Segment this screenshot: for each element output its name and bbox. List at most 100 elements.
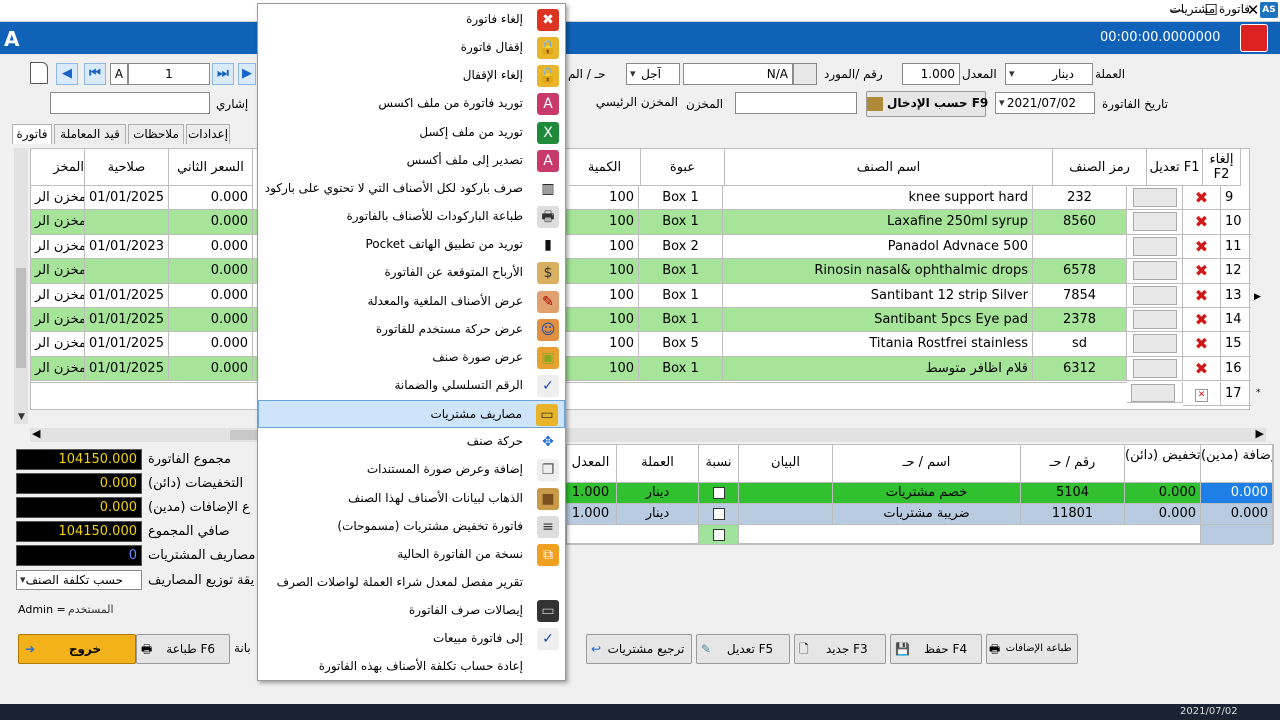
- row-cancel-cell[interactable]: ✖: [1183, 234, 1221, 260]
- item-name-cell[interactable]: Laxafine 250ml syrup: [723, 210, 1033, 235]
- item-code-cell[interactable]: 232: [1033, 186, 1127, 211]
- row-cancel-cell[interactable]: ✖: [1183, 210, 1221, 235]
- rate-cell[interactable]: 1.000: [565, 504, 617, 525]
- item-code-cell[interactable]: 6312: [1033, 356, 1127, 382]
- item-code-cell[interactable]: 8560: [1033, 210, 1127, 235]
- pack-cell[interactable]: Box 5: [639, 332, 723, 357]
- addition-cell[interactable]: 0.000: [1201, 504, 1273, 525]
- currency-cell[interactable]: دينار: [617, 483, 699, 504]
- quantity-cell[interactable]: 100: [565, 356, 639, 382]
- invoice-date-picker[interactable]: 2021/07/02: [995, 92, 1095, 114]
- menu-item[interactable]: $ الأرباح المتوقعة عن الفاتورة: [258, 259, 565, 287]
- edit-box[interactable]: [1132, 358, 1177, 378]
- second-price-cell[interactable]: 0.000: [169, 356, 253, 382]
- row-edit-cell[interactable]: [1127, 210, 1183, 235]
- row-edit-cell[interactable]: [1127, 356, 1183, 382]
- scroll-right-icon[interactable]: ▶: [1256, 427, 1264, 440]
- edit-box[interactable]: [1132, 310, 1177, 329]
- currency-select[interactable]: دينار: [1005, 63, 1093, 85]
- reference-input[interactable]: [735, 92, 857, 114]
- cancel-x-icon[interactable]: ✖: [1195, 359, 1208, 378]
- item-name-cell[interactable]: Santibant 5pcs Eye pad: [723, 308, 1033, 333]
- expiry-cell[interactable]: [85, 210, 169, 235]
- row-edit-cell[interactable]: [1127, 308, 1183, 333]
- row-edit-cell[interactable]: [1127, 283, 1183, 308]
- menu-item[interactable]: 🔓 إلغاء الإقفال: [258, 62, 565, 90]
- edit-box[interactable]: [1132, 188, 1177, 207]
- expiry-cell[interactable]: 01/01/2025: [85, 186, 169, 211]
- edit-box[interactable]: [1132, 334, 1177, 354]
- first-record-button[interactable]: ⏮: [84, 63, 106, 85]
- expiry-cell[interactable]: 01/01/2025: [85, 308, 169, 333]
- store-cell[interactable]: المخزن الر: [31, 308, 85, 333]
- payment-type-select[interactable]: آجل: [626, 63, 680, 85]
- row-edit-cell[interactable]: [1127, 234, 1183, 260]
- account-name-cell[interactable]: خصم مشتريات: [833, 483, 1021, 504]
- item-name-cell[interactable]: knee support hard: [723, 186, 1033, 211]
- menu-item[interactable]: A توريد فاتورة من ملف اكسس: [258, 90, 565, 118]
- row-cancel-cell[interactable]: ✖: [1183, 186, 1221, 211]
- second-price-cell[interactable]: 0.000: [169, 259, 253, 284]
- row-edit-cell[interactable]: [1127, 382, 1183, 403]
- pack-cell[interactable]: Box 1: [639, 356, 723, 382]
- addition-cell[interactable]: [1201, 525, 1273, 545]
- store-cell[interactable]: المخزن الر: [31, 210, 85, 235]
- currency-cell[interactable]: دينار: [617, 504, 699, 525]
- second-price-cell[interactable]: 0.000: [169, 308, 253, 333]
- item-code-cell[interactable]: 7854: [1033, 283, 1127, 308]
- second-price-cell[interactable]: 0.000: [169, 234, 253, 260]
- row-edit-cell[interactable]: [1127, 186, 1183, 211]
- second-price-cell[interactable]: 0.000: [169, 283, 253, 308]
- menu-item[interactable]: ✥ حركة صنف: [258, 428, 565, 456]
- entry-mode-button[interactable]: حسب الإدخال F9: [866, 91, 988, 117]
- menu-item[interactable]: ✖ إلغاء فاتورة: [258, 6, 565, 34]
- quantity-cell[interactable]: 100: [565, 186, 639, 211]
- item-code-cell[interactable]: [1033, 234, 1127, 260]
- row-cancel-cell[interactable]: ✖: [1183, 356, 1221, 382]
- menu-item[interactable]: إعادة حساب تكلفة الأصناف بهذه الفاتورة: [258, 653, 565, 681]
- store-cell[interactable]: المخزن الر: [31, 234, 85, 260]
- cancel-x-icon[interactable]: ✖: [1195, 286, 1208, 305]
- row-cancel-cell[interactable]: ✕: [1183, 382, 1221, 406]
- menu-item[interactable]: ☺ عرض حركة مستخدم للفاتورة: [258, 316, 565, 344]
- blank-cell[interactable]: [739, 525, 1201, 545]
- menu-item[interactable]: ⧉ نسخة من الفاتورة الحالية: [258, 541, 565, 569]
- scrollbar-thumb[interactable]: [16, 268, 26, 368]
- expense-distribution-select[interactable]: حسب تكلفة الصنف: [16, 570, 142, 590]
- expiry-cell[interactable]: 01/01/2023: [85, 234, 169, 260]
- menu-item[interactable]: ▭ إيصالات صرف الفاتورة: [258, 597, 565, 625]
- item-name-cell[interactable]: قلام اظافر متوسط: [723, 356, 1033, 382]
- cancel-x-icon[interactable]: ✖: [1195, 334, 1208, 353]
- quantity-cell[interactable]: 100: [565, 308, 639, 333]
- return-purchases-button[interactable]: ↩ ترجيع مشتريات: [586, 634, 692, 664]
- pack-cell[interactable]: Box 1: [639, 283, 723, 308]
- print-additions-button[interactable]: 🖶 طباعة الإضافات: [986, 634, 1078, 664]
- maximize-button[interactable]: ☐: [1194, 0, 1228, 22]
- rate-cell[interactable]: 1.000: [565, 483, 617, 504]
- store-cell[interactable]: المخزن الر: [31, 332, 85, 357]
- save-button[interactable]: 💾 حفظ F4: [890, 634, 982, 664]
- warehouse-value[interactable]: المخزن الرئيسي: [566, 92, 682, 114]
- item-code-cell[interactable]: 6578: [1033, 259, 1127, 284]
- grid-scroll-down-icon[interactable]: ▼: [18, 412, 25, 422]
- cancel-x-icon[interactable]: ✖: [1195, 188, 1208, 207]
- last-record-button[interactable]: ⏭: [212, 63, 234, 85]
- next-record-button[interactable]: ▶: [238, 63, 256, 85]
- expiry-cell[interactable]: 01/01/2025: [85, 356, 169, 382]
- account-number-cell[interactable]: 5104: [1021, 483, 1125, 504]
- rate-input[interactable]: 1.000: [902, 63, 960, 85]
- addition-cell[interactable]: 0.000: [1201, 483, 1273, 504]
- minimize-button[interactable]: —: [1160, 0, 1194, 22]
- account-number-cell[interactable]: 11801: [1021, 504, 1125, 525]
- menu-item[interactable]: ❐ إضافة وعرض صورة المستندات: [258, 456, 565, 484]
- quantity-cell[interactable]: 100: [565, 283, 639, 308]
- item-name-cell[interactable]: Panadol Advnace 500: [723, 234, 1033, 260]
- record-series-field[interactable]: A: [110, 63, 128, 85]
- supplier-input[interactable]: N/A: [683, 63, 793, 85]
- store-cell[interactable]: المخزن الر: [31, 356, 85, 382]
- tab-invoice[interactable]: فاتورة: [12, 124, 52, 144]
- pack-cell[interactable]: Box 2: [639, 234, 723, 260]
- quantity-cell[interactable]: 100: [565, 332, 639, 357]
- item-name-cell[interactable]: Rinosin nasal& ophthalmic drops: [723, 259, 1033, 284]
- exit-button[interactable]: ➔ خروج: [18, 634, 136, 664]
